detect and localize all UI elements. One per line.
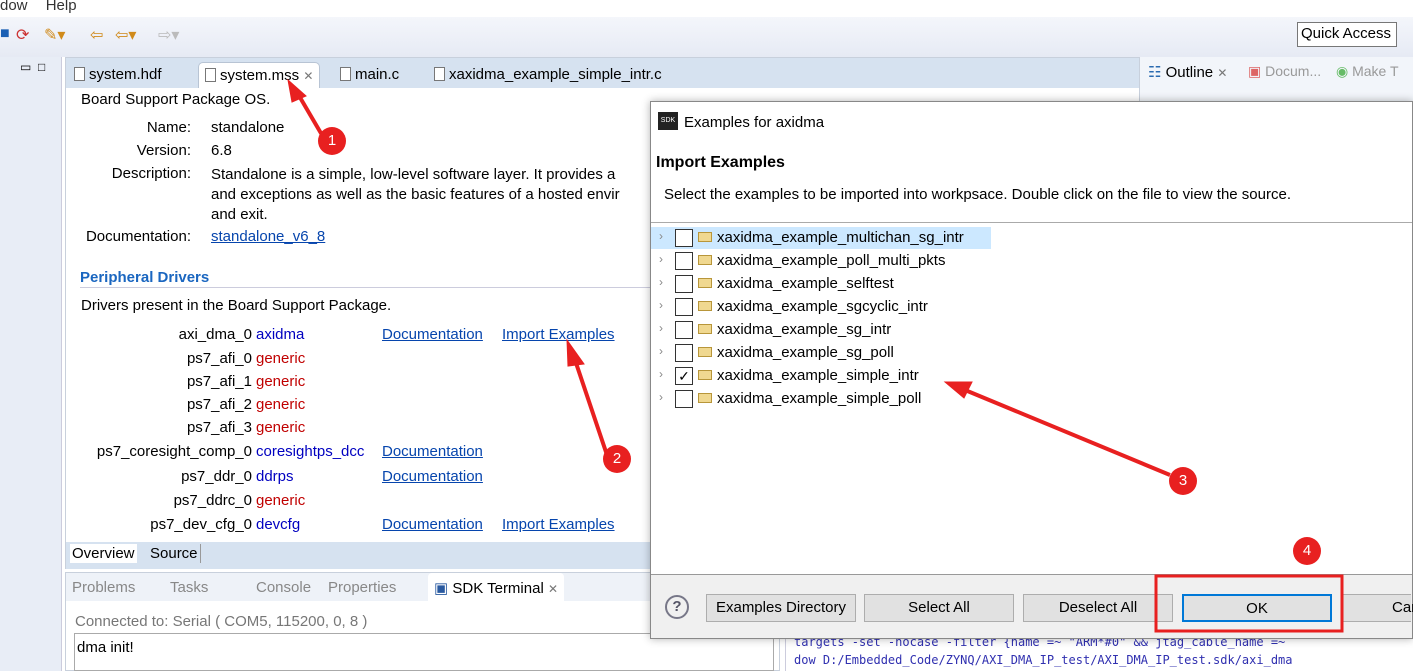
annotation-overlay bbox=[287, 78, 1344, 633]
ok-highlight-box bbox=[1154, 574, 1344, 633]
annotation-arrow bbox=[573, 359, 609, 456]
annotation-badge: 3 bbox=[1169, 467, 1197, 495]
annotation-badge: 4 bbox=[1293, 537, 1321, 565]
annotation-badge: 2 bbox=[603, 445, 631, 473]
annotation-arrowhead bbox=[566, 338, 585, 367]
annotation-badge: 1 bbox=[318, 127, 346, 155]
annotation-arrowhead bbox=[287, 78, 307, 103]
annotation-arrow bbox=[964, 388, 1171, 477]
annotation-arrow bbox=[296, 92, 324, 137]
annotation-arrowhead bbox=[943, 381, 973, 399]
